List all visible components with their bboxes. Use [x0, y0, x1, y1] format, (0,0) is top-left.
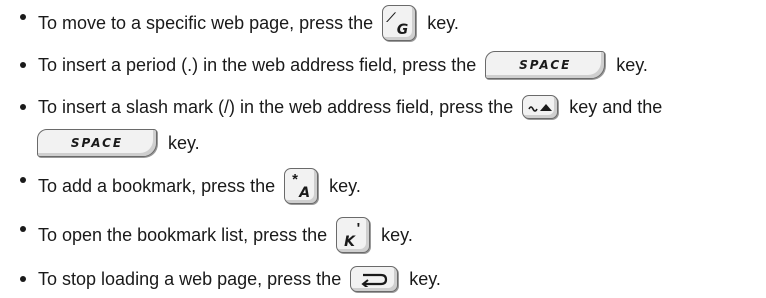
apostrophe-k-key-icon: ' K	[336, 217, 371, 253]
list-item: To insert a slash mark (/) in the web ad…	[0, 93, 766, 121]
bullet	[20, 62, 26, 68]
escape-key-icon	[350, 266, 399, 292]
instruction-list: To move to a specific web page, press th…	[0, 0, 766, 298]
list-item: To open the bookmark list, press the ' K…	[0, 215, 766, 255]
list-item: To move to a specific web page, press th…	[0, 3, 766, 43]
item-text-suffix: key.	[168, 132, 200, 153]
list-item: To stop loading a web page, press the ke…	[0, 264, 766, 294]
bullet	[20, 276, 26, 282]
list-item-continuation: SPACE key.	[0, 126, 766, 160]
item-text: To stop loading a web page, press the	[38, 268, 342, 289]
bullet	[20, 177, 26, 183]
slash-g-key-icon: ⁄ G	[382, 5, 417, 41]
item-text-suffix: key.	[409, 268, 441, 289]
bullet	[20, 14, 26, 20]
item-text: To open the bookmark list, press the	[38, 224, 328, 245]
alt-arrow-glyph	[528, 104, 553, 112]
space-key-icon: SPACE	[37, 129, 157, 157]
item-text-suffix: key.	[329, 175, 361, 196]
escape-arrow-glyph	[361, 273, 388, 287]
bullet	[20, 226, 26, 232]
item-text-suffix: key.	[381, 224, 413, 245]
bullet	[20, 104, 26, 110]
item-text-middle: key and the	[569, 96, 663, 117]
alt-key-icon	[522, 95, 559, 119]
item-text: To add a bookmark, press the	[38, 175, 276, 196]
asterisk-a-key-icon: * A	[284, 168, 319, 204]
list-item: To add a bookmark, press the * A key.	[0, 166, 766, 206]
list-item: To insert a period (.) in the web addres…	[0, 48, 766, 82]
item-text: To insert a period (.) in the web addres…	[38, 54, 477, 75]
item-text: To insert a slash mark (/) in the web ad…	[38, 96, 514, 117]
item-text-suffix: key.	[427, 12, 459, 33]
item-text: To move to a specific web page, press th…	[38, 12, 374, 33]
item-text-suffix: key.	[616, 54, 648, 75]
space-key-icon: SPACE	[485, 51, 606, 79]
